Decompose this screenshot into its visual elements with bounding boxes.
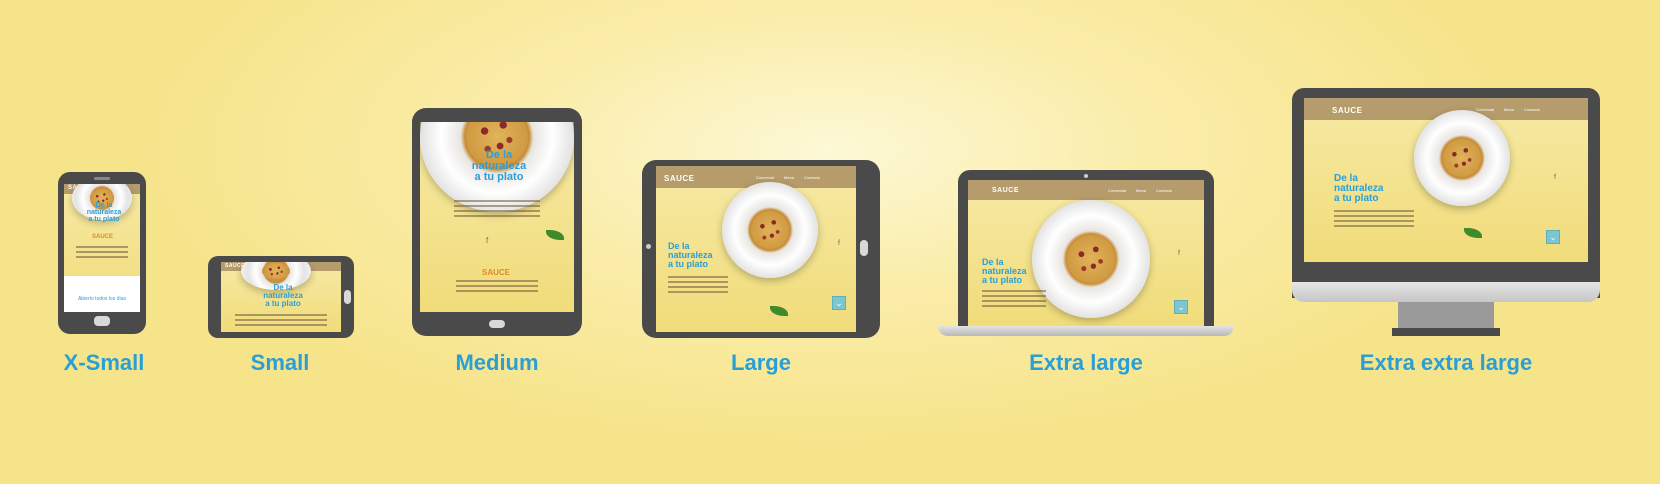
speaker <box>94 177 110 180</box>
nav-item-comercial[interactable]: Comercial <box>1108 188 1126 193</box>
nav-item-contacto[interactable]: Contacto <box>1524 107 1540 112</box>
label-extra-extra-large: Extra extra large <box>1359 350 1533 375</box>
facebook-icon[interactable]: f <box>838 240 840 247</box>
device-screen: SAUCE Comercial Menú Contacto De la natur… <box>1304 98 1588 262</box>
home-button[interactable] <box>344 290 351 304</box>
hero-headline: De la naturaleza a tu plato <box>86 202 122 223</box>
white-section: Abierto todos los días <box>64 276 140 312</box>
nav-item-comercial[interactable]: Comercial <box>1476 107 1494 112</box>
site-nav-bar: SAUCE Comercial Menú Contacto <box>968 180 1204 200</box>
scroll-down-button[interactable]: ⌄ <box>832 296 846 310</box>
device-screen: SAUCE Comercial Menú Contacto De la natur… <box>656 166 856 332</box>
pasta-plate-image <box>1032 200 1150 318</box>
monitor-chin <box>1292 282 1600 302</box>
hero-headline: De la naturaleza a tu plato <box>1334 173 1384 204</box>
device-xsmall-phone: SAUCE De lanaturalezaa tu plato SAUCE Ab… <box>58 172 146 334</box>
device-screen: SAUCE Comercial Menú Contacto De la natur… <box>968 180 1204 326</box>
label-large: Large <box>731 350 791 375</box>
hero-headline: De la naturaleza a tu plato <box>668 241 713 269</box>
monitor-stand-base <box>1392 328 1500 336</box>
scroll-down-button[interactable]: ⌄ <box>1174 300 1188 314</box>
device-xlarge-laptop: SAUCE Comercial Menú Contacto De la natur… <box>958 170 1214 328</box>
pasta-plate-image <box>722 182 818 278</box>
laptop-base <box>938 326 1234 336</box>
device-xxlarge-desktop: SAUCE Comercial Menú Contacto De la natur… <box>1292 88 1600 298</box>
pasta-plate-image <box>1414 110 1510 206</box>
home-button[interactable] <box>489 320 505 328</box>
device-screen: SAUCE De lanaturalezaa tu plato SAUCE Ab… <box>64 184 140 312</box>
monitor-stand <box>1398 302 1494 328</box>
body-text <box>1334 210 1414 230</box>
body-text <box>235 314 327 329</box>
site-nav-menu: Comercial Menú Contacto <box>756 175 820 180</box>
sauce-subheading: SAUCE <box>92 234 114 240</box>
nav-item-menu[interactable]: Menú <box>784 175 794 180</box>
hero-headline: De la naturaleza a tu plato <box>263 283 303 308</box>
hero-headline: De la naturaleza a tu plato <box>471 149 527 183</box>
site-brand[interactable]: SAUCE <box>1332 106 1363 115</box>
body-text <box>668 276 728 296</box>
body-text <box>454 200 540 220</box>
nav-item-comercial[interactable]: Comercial <box>756 175 774 180</box>
facebook-icon[interactable]: f <box>486 236 488 245</box>
site-brand[interactable]: SAUCE <box>992 187 1019 194</box>
body-text <box>982 290 1046 310</box>
site-brand[interactable]: SAUCE <box>664 174 695 183</box>
label-small: Small <box>250 350 310 375</box>
nav-item-menu[interactable]: Menú <box>1136 188 1146 193</box>
parsley-leaf <box>546 230 564 240</box>
label-xsmall: X-Small <box>63 350 145 375</box>
home-button[interactable] <box>94 316 110 326</box>
device-screen: SAUCE De la naturaleza a tu plato <box>221 262 341 332</box>
device-large-tablet-landscape: SAUCE Comercial Menú Contacto De la natur… <box>642 160 880 338</box>
chevron-down-icon: ⌄ <box>1549 231 1557 242</box>
body-text <box>76 246 128 261</box>
nav-item-contacto[interactable]: Contacto <box>1156 188 1172 193</box>
device-small-phone-landscape: SAUCE De la naturaleza a tu plato <box>208 256 354 338</box>
facebook-icon[interactable]: f <box>1178 250 1180 257</box>
chevron-down-icon: ⌄ <box>1177 301 1185 312</box>
parsley-leaf <box>1464 228 1482 238</box>
device-screen: SAUCE De lanaturalezaa tu plato f SAUCE <box>420 122 574 312</box>
nav-item-contacto[interactable]: Contacto <box>804 175 820 180</box>
facebook-icon[interactable]: f <box>1554 174 1556 181</box>
hero-headline: De la naturaleza a tu plato <box>982 257 1027 285</box>
body-text-secondary <box>456 280 538 295</box>
home-button[interactable] <box>860 240 868 256</box>
scroll-down-button[interactable]: ⌄ <box>1546 230 1560 244</box>
device-medium-tablet: SAUCE De lanaturalezaa tu plato f SAUCE <box>412 108 582 336</box>
camera-dot <box>646 244 651 249</box>
open-hours-text: Abierto todos los días <box>77 296 127 302</box>
label-medium: Medium <box>455 350 539 375</box>
site-nav-menu: Comercial Menú Contacto <box>1108 188 1172 193</box>
label-extra-large: Extra large <box>1029 350 1143 375</box>
sauce-subheading: SAUCE <box>482 268 511 277</box>
webcam <box>1084 174 1088 178</box>
nav-item-menu[interactable]: Menú <box>1504 107 1514 112</box>
chevron-down-icon: ⌄ <box>835 297 843 308</box>
site-nav-menu: Comercial Menú Contacto <box>1476 107 1540 112</box>
parsley-leaf <box>770 306 788 316</box>
